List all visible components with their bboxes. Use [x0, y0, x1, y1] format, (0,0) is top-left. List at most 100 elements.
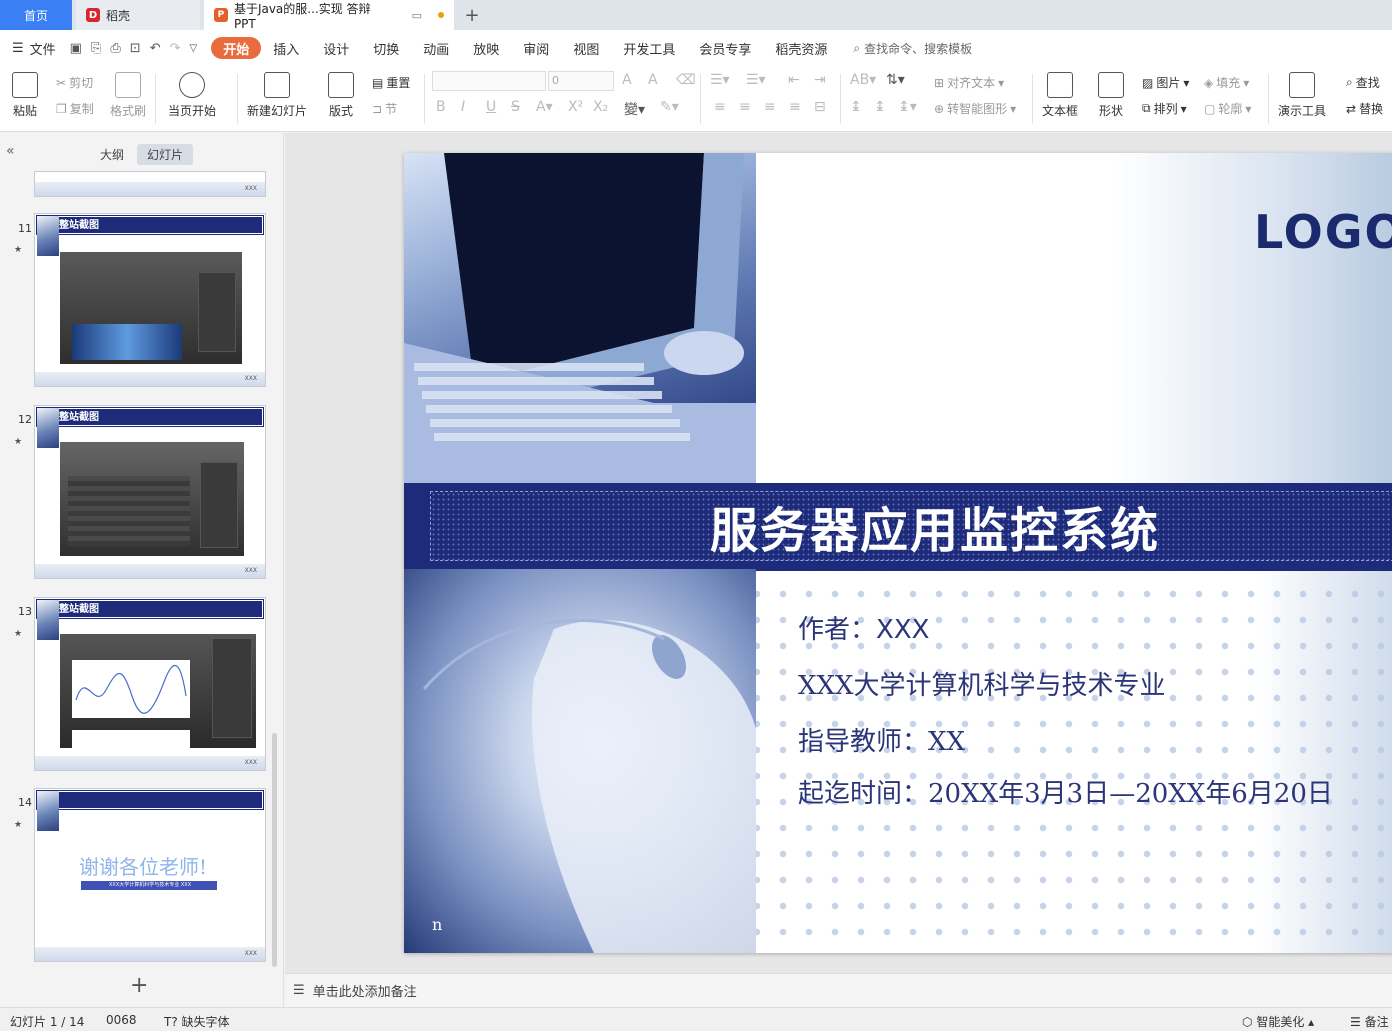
- print-preview-icon[interactable]: ⊡: [130, 41, 141, 56]
- increase-indent-icon[interactable]: ⇥: [814, 72, 826, 88]
- paragraph-spacing-icon[interactable]: ↨: [874, 99, 886, 115]
- increase-font-icon[interactable]: A: [622, 72, 632, 88]
- menu-view[interactable]: 视图: [561, 37, 611, 59]
- justify-icon[interactable]: ≡: [789, 99, 801, 115]
- new-slide-button[interactable]: 新建幻灯片: [247, 72, 307, 119]
- format-painter-button[interactable]: 格式刷: [110, 72, 146, 119]
- phonetic-icon[interactable]: 變▾: [624, 99, 645, 119]
- export-icon[interactable]: ⎘: [91, 41, 101, 56]
- sort-icon[interactable]: ⇅▾: [886, 72, 905, 88]
- slide-thumbnail-10[interactable]: [34, 171, 266, 197]
- replace-button[interactable]: ⇄ 替换: [1346, 100, 1383, 117]
- smart-beautify-button[interactable]: ⬡ 智能美化 ▴: [1242, 1013, 1314, 1030]
- superscript-icon[interactable]: X²: [568, 99, 583, 115]
- hamburger-icon: ☰: [12, 40, 24, 56]
- missing-fonts-button[interactable]: T? 缺失字体: [164, 1013, 230, 1030]
- undo-icon[interactable]: ↶: [150, 41, 161, 56]
- line-spacing-icon[interactable]: ↨: [850, 99, 862, 115]
- align-text-button[interactable]: ⊞ 对齐文本 ▾: [934, 74, 1004, 91]
- find-button[interactable]: ⌕ 查找: [1346, 74, 1380, 91]
- command-search[interactable]: ⌕ 查找命令、搜索模板: [853, 40, 972, 57]
- italic-icon[interactable]: I: [461, 99, 465, 115]
- text-direction-icon[interactable]: AB▾: [850, 72, 876, 88]
- spacing-more-icon[interactable]: ↨▾: [898, 99, 917, 115]
- decrease-font-icon[interactable]: A: [648, 72, 658, 88]
- smart-art-button[interactable]: ⊕ 转智能图形 ▾: [934, 100, 1016, 117]
- font-color-icon[interactable]: A▾: [536, 99, 553, 115]
- align-left-icon[interactable]: ≡: [714, 99, 726, 115]
- author-line[interactable]: 作者：XXX: [798, 609, 929, 646]
- save-icon[interactable]: ▣: [70, 41, 82, 56]
- play-from-current-button[interactable]: 当页开始: [168, 72, 216, 119]
- bullet-list-icon[interactable]: ☰▾: [710, 72, 730, 88]
- menu-transitions[interactable]: 切换: [361, 37, 411, 59]
- eraser-icon[interactable]: ⌫: [676, 72, 696, 88]
- unsaved-dot-icon: [438, 12, 444, 18]
- chevron-down-icon[interactable]: ▽: [190, 43, 198, 54]
- major-line[interactable]: XXX大学计算机科学与技术专业: [798, 665, 1166, 702]
- redo-icon[interactable]: ↷: [170, 41, 181, 56]
- notes-bar[interactable]: ☰ 单击此处添加备注: [285, 973, 1392, 1007]
- copy-button[interactable]: ❐ 复制: [56, 100, 94, 117]
- slide-thumbnail-11[interactable]: 整站截图: [34, 213, 266, 387]
- format-painter-label: 格式刷: [110, 104, 147, 118]
- align-right-icon[interactable]: ≡: [764, 99, 776, 115]
- font-family-select[interactable]: [432, 71, 546, 91]
- add-slide-button[interactable]: +: [130, 973, 148, 998]
- menu-developer[interactable]: 开发工具: [611, 37, 687, 59]
- bold-icon[interactable]: B: [436, 99, 446, 115]
- menu-review[interactable]: 审阅: [511, 37, 561, 59]
- reset-button[interactable]: ▤ 重置: [372, 74, 410, 91]
- underline-icon[interactable]: U: [486, 99, 496, 115]
- subscript-icon[interactable]: X₂: [593, 99, 608, 115]
- tab-outline[interactable]: 大纲: [90, 144, 134, 165]
- slide-1[interactable]: LOGO 服务器应用监控系统 n 作者：XXX XXX大学计算机科学与技术专业 …: [404, 153, 1392, 953]
- search-icon: ⌕: [853, 40, 861, 55]
- slide-title[interactable]: 服务器应用监控系统: [710, 491, 1160, 561]
- tab-document[interactable]: P 基于Java的服...实现 答辩PPT ▭: [204, 0, 454, 31]
- shape-icon: [1098, 72, 1124, 98]
- arrange-button[interactable]: ⧉ 排列 ▾: [1142, 100, 1187, 117]
- font-size-select[interactable]: 0: [548, 71, 614, 91]
- tab-slides[interactable]: 幻灯片: [137, 144, 194, 165]
- display-icon[interactable]: ▭: [412, 9, 422, 22]
- tab-docer[interactable]: D 稻壳: [76, 0, 200, 30]
- menu-member[interactable]: 会员专享: [687, 37, 763, 59]
- strikethrough-icon[interactable]: S: [511, 99, 520, 115]
- numbered-list-icon[interactable]: ☰▾: [746, 72, 766, 88]
- panel-scrollbar[interactable]: [272, 733, 277, 967]
- slide-thumbnail-13[interactable]: 整站截图: [34, 597, 266, 771]
- file-menu[interactable]: ☰ 文件: [12, 39, 56, 58]
- align-center-icon[interactable]: ≡: [739, 99, 751, 115]
- menu-design[interactable]: 设计: [311, 37, 361, 59]
- menu-animations[interactable]: 动画: [411, 37, 461, 59]
- period-line[interactable]: 起迄时间：20XX年3月3日—20XX年6月20日: [798, 773, 1333, 810]
- menu-insert[interactable]: 插入: [261, 37, 311, 59]
- paste-button[interactable]: 粘贴: [12, 72, 38, 119]
- print-icon[interactable]: ⎙: [110, 41, 120, 56]
- decrease-indent-icon[interactable]: ⇤: [788, 72, 800, 88]
- collapse-panel-icon[interactable]: «: [6, 143, 15, 159]
- menu-docer-resources[interactable]: 稻壳资源: [763, 37, 839, 59]
- presentation-tools-button[interactable]: 演示工具: [1278, 72, 1326, 119]
- fill-button[interactable]: ◈ 填充 ▾: [1204, 74, 1249, 91]
- highlight-icon[interactable]: ✎▾: [660, 99, 679, 115]
- advisor-line[interactable]: 指导教师：XX: [798, 721, 965, 758]
- shape-button[interactable]: 形状: [1098, 72, 1124, 119]
- tab-document-label: 基于Java的服...实现 答辩PPT: [233, 1, 371, 31]
- new-tab-button[interactable]: +: [458, 0, 486, 30]
- menu-home[interactable]: 开始: [211, 37, 262, 59]
- distribute-icon[interactable]: ⊟: [814, 99, 826, 115]
- menu-slideshow[interactable]: 放映: [461, 37, 511, 59]
- layout-button[interactable]: 版式: [328, 72, 354, 119]
- picture-button[interactable]: ▨ 图片 ▾: [1142, 74, 1189, 91]
- text-box-button[interactable]: 文本框: [1042, 72, 1078, 119]
- tab-home[interactable]: 首页: [0, 0, 72, 30]
- cut-button[interactable]: ✂ 剪切: [56, 74, 93, 91]
- outline-button[interactable]: ▢ 轮廓 ▾: [1204, 100, 1251, 117]
- section-button[interactable]: ⊐ 节: [372, 100, 397, 117]
- logo-text[interactable]: LOGO: [1254, 205, 1392, 259]
- notes-toggle-button[interactable]: ☰ 备注: [1350, 1013, 1389, 1030]
- slide-thumbnail-14[interactable]: 谢谢各位老师! XXX大学计算机科学与技术专业 XXX: [34, 788, 266, 962]
- slide-thumbnail-12[interactable]: 整站截图: [34, 405, 266, 579]
